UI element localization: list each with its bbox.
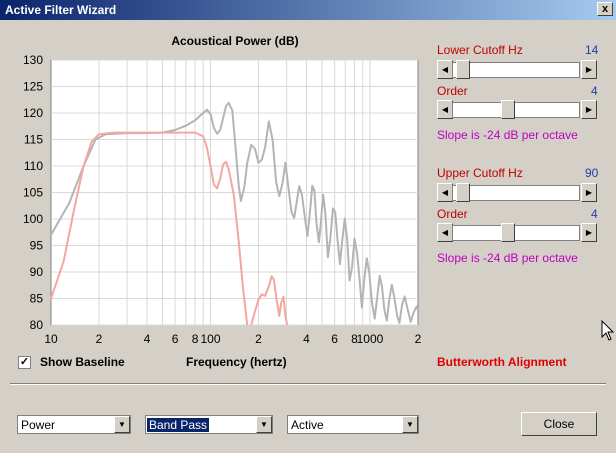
x-tick-label: 4	[144, 332, 151, 346]
slider-left-arrow-icon[interactable]: ◀	[437, 223, 453, 242]
y-tick-label: 110	[24, 159, 43, 173]
x-tick-label: 100	[200, 332, 220, 346]
lower-cutoff-value: 14	[585, 43, 599, 57]
x-tick-label: 2	[255, 332, 262, 346]
slider-thumb[interactable]	[456, 183, 471, 202]
upper-cutoff-slider[interactable]: ◀ ▶	[437, 183, 597, 202]
slider-thumb[interactable]	[456, 60, 471, 79]
y-tick-label: 100	[23, 212, 43, 226]
slider-left-arrow-icon[interactable]: ◀	[437, 183, 453, 202]
filter-kind-dropdown-value: Active	[291, 418, 324, 432]
y-tick-label: 95	[30, 239, 44, 253]
y-tick-label: 115	[24, 133, 43, 147]
mouse-cursor-icon	[601, 320, 615, 341]
x-tick-label: 2	[415, 332, 422, 346]
upper-order-value: 4	[591, 207, 598, 221]
slider-track[interactable]	[452, 62, 580, 78]
x-tick-label: 2	[96, 332, 103, 346]
x-tick-label: 10	[44, 332, 58, 346]
x-tick-label: 1000	[357, 332, 384, 346]
filter-type-dropdown[interactable]: Band Pass ▼	[145, 415, 273, 434]
lower-order-slider[interactable]: ◀ ▶	[437, 100, 597, 119]
y-tick-label: 130	[23, 53, 43, 67]
upper-cutoff-value: 90	[585, 166, 599, 180]
slider-track[interactable]	[452, 102, 580, 118]
slider-right-arrow-icon[interactable]: ▶	[581, 100, 597, 119]
y-tick-label: 120	[23, 106, 43, 120]
upper-order-label: Order	[437, 207, 468, 221]
title-bar: Active Filter Wizard x	[0, 0, 616, 20]
y-tick-label: 105	[23, 186, 43, 200]
filter-type-dropdown-value: Band Pass	[147, 418, 210, 432]
y-axis-ticks: 80 85 90 95 100 105 110 115 120 125 130	[23, 53, 43, 332]
y-tick-label: 125	[23, 80, 43, 94]
mode-dropdown-value: Power	[21, 418, 56, 432]
slider-left-arrow-icon[interactable]: ◀	[437, 60, 453, 79]
lower-cutoff-label: Lower Cutoff Hz	[437, 43, 523, 57]
x-tick-label: 8	[192, 332, 199, 346]
x-tick-label: 4	[303, 332, 310, 346]
filter-kind-dropdown[interactable]: Active ▼	[287, 415, 419, 434]
lower-cutoff-slider[interactable]: ◀ ▶	[437, 60, 597, 79]
upper-slope-text: Slope is -24 dB per octave	[437, 251, 578, 265]
alignment-label: Butterworth Alignment	[437, 355, 567, 369]
chevron-down-icon[interactable]: ▼	[114, 416, 130, 433]
upper-cutoff-label: Upper Cutoff Hz	[437, 166, 523, 180]
slider-thumb[interactable]	[500, 223, 515, 242]
upper-order-slider[interactable]: ◀ ▶	[437, 223, 597, 242]
chart-title: Acoustical Power (dB)	[171, 34, 298, 48]
slider-right-arrow-icon[interactable]: ▶	[581, 60, 597, 79]
close-window-button[interactable]: x	[597, 2, 613, 16]
x-axis-label: Frequency (hertz)	[186, 355, 287, 369]
show-baseline-checkbox[interactable]: ✓	[18, 356, 31, 369]
mode-dropdown[interactable]: Power ▼	[17, 415, 131, 434]
lower-order-label: Order	[437, 84, 468, 98]
slider-right-arrow-icon[interactable]: ▶	[581, 223, 597, 242]
slider-left-arrow-icon[interactable]: ◀	[437, 100, 453, 119]
window-title: Active Filter Wizard	[5, 3, 117, 17]
y-tick-label: 80	[30, 318, 44, 332]
show-baseline-label[interactable]: Show Baseline	[40, 355, 125, 369]
acoustical-power-chart: Acoustical Power (dB) 80 85 90 95 100 105 110 1…	[23, 34, 422, 346]
slider-thumb[interactable]	[500, 100, 515, 119]
x-tick-label: 6	[172, 332, 179, 346]
x-tick-label: 6	[331, 332, 338, 346]
y-tick-label: 90	[30, 265, 44, 279]
close-button[interactable]: Close	[521, 412, 597, 436]
x-axis-ticks: 10 2 4 6 8 100 2 4 6 81000 2	[44, 332, 421, 346]
lower-slope-text: Slope is -24 dB per octave	[437, 128, 578, 142]
y-tick-label: 85	[30, 292, 44, 306]
chevron-down-icon[interactable]: ▼	[256, 416, 272, 433]
separator	[10, 383, 606, 385]
chevron-down-icon[interactable]: ▼	[402, 416, 418, 433]
slider-right-arrow-icon[interactable]: ▶	[581, 183, 597, 202]
slider-track[interactable]	[452, 225, 580, 241]
lower-order-value: 4	[591, 84, 598, 98]
slider-track[interactable]	[452, 185, 580, 201]
